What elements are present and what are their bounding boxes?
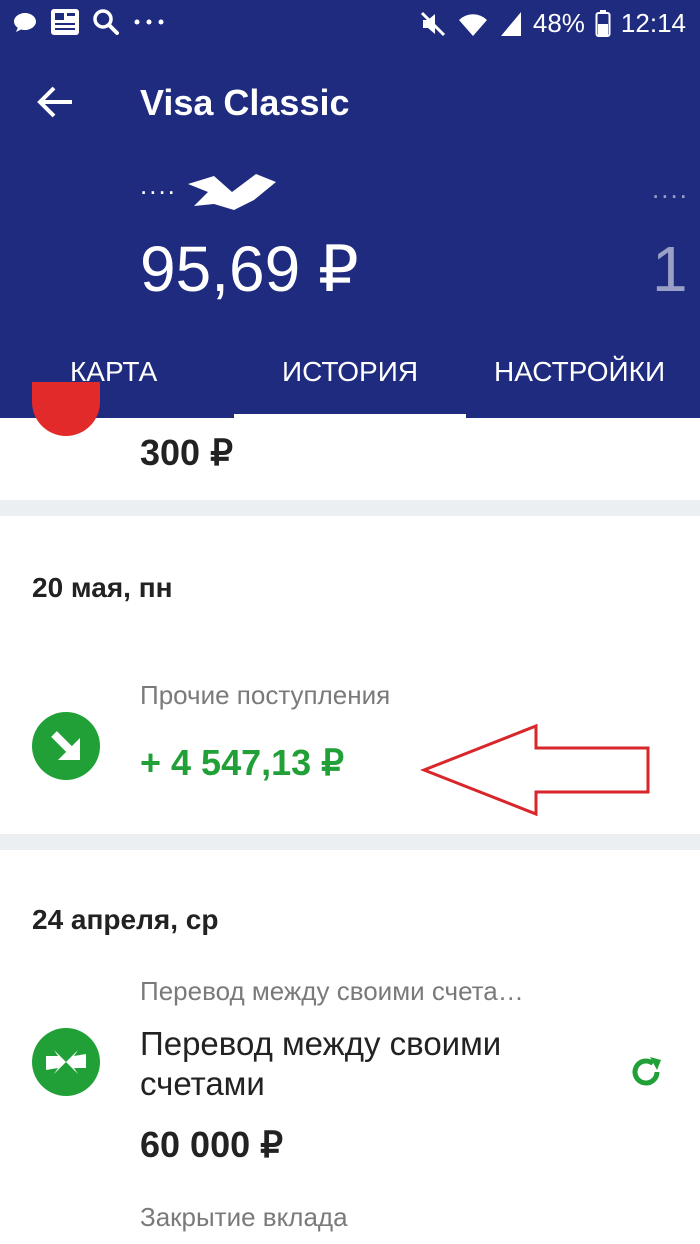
battery-icon bbox=[595, 9, 611, 37]
status-bar: 48% 12:14 bbox=[0, 0, 700, 46]
card-balance: 95,69 ₽ bbox=[140, 233, 359, 305]
battery-percent: 48% bbox=[532, 8, 585, 38]
redaction-scribble bbox=[188, 174, 276, 210]
history-group: 24 апреля, ср Перевод между своими счета… bbox=[0, 850, 700, 1244]
history-group: 20 мая, пн Прочие поступления + 4 547,13… bbox=[0, 516, 700, 834]
radio-icon bbox=[51, 9, 79, 35]
operation-amount: 300 ₽ bbox=[140, 432, 233, 473]
incoming-transfer-icon bbox=[32, 712, 100, 780]
signal-icon bbox=[500, 11, 521, 36]
next-card-number: .... bbox=[652, 174, 689, 204]
status-icons-left bbox=[12, 8, 166, 36]
arrow-down-right-icon bbox=[51, 731, 80, 760]
operation-category: Прочие поступления bbox=[140, 680, 391, 710]
card-number-masked: .... bbox=[140, 170, 276, 214]
history-item[interactable]: Перевод между своими счета… Перевод межд… bbox=[0, 970, 700, 1170]
operation-amount: 60 000 ₽ bbox=[140, 1124, 284, 1165]
transfer-arrows-icon bbox=[46, 1050, 86, 1074]
search-icon bbox=[93, 9, 119, 35]
tab-history[interactable]: ИСТОРИЯ bbox=[282, 356, 418, 388]
annotation-arrow bbox=[420, 723, 650, 817]
next-card-balance: 1 bbox=[652, 233, 688, 305]
more-icon bbox=[134, 19, 164, 25]
operation-name: Перевод между своими счетами bbox=[140, 1025, 502, 1102]
wifi-icon bbox=[458, 13, 487, 36]
mute-icon bbox=[420, 11, 445, 36]
status-icons-right: 48% 12:14 bbox=[419, 8, 686, 39]
group-date: 24 апреля, ср bbox=[32, 904, 219, 935]
card-header: Visa Classic .... 95,69 ₽ .... 1 КАРТА И… bbox=[0, 46, 700, 418]
message-icon bbox=[14, 13, 36, 32]
back-arrow-icon[interactable] bbox=[36, 84, 76, 120]
history-item-partial[interactable]: 300 ₽ bbox=[0, 382, 700, 500]
tab-settings[interactable]: НАСТРОЙКИ bbox=[494, 356, 665, 388]
clock: 12:14 bbox=[620, 8, 686, 38]
page-title: Visa Classic bbox=[140, 82, 350, 123]
operation-amount: + 4 547,13 ₽ bbox=[140, 742, 345, 783]
operation-category: Перевод между своими счета… bbox=[140, 976, 524, 1006]
operation-icon-partial bbox=[32, 382, 100, 436]
repeat-icon[interactable] bbox=[626, 1052, 666, 1092]
operation-category: Закрытие вклада bbox=[140, 1202, 348, 1232]
group-date: 20 мая, пн bbox=[32, 572, 173, 603]
own-accounts-transfer-icon bbox=[32, 1028, 100, 1096]
card-mask-dots: .... bbox=[140, 170, 177, 200]
